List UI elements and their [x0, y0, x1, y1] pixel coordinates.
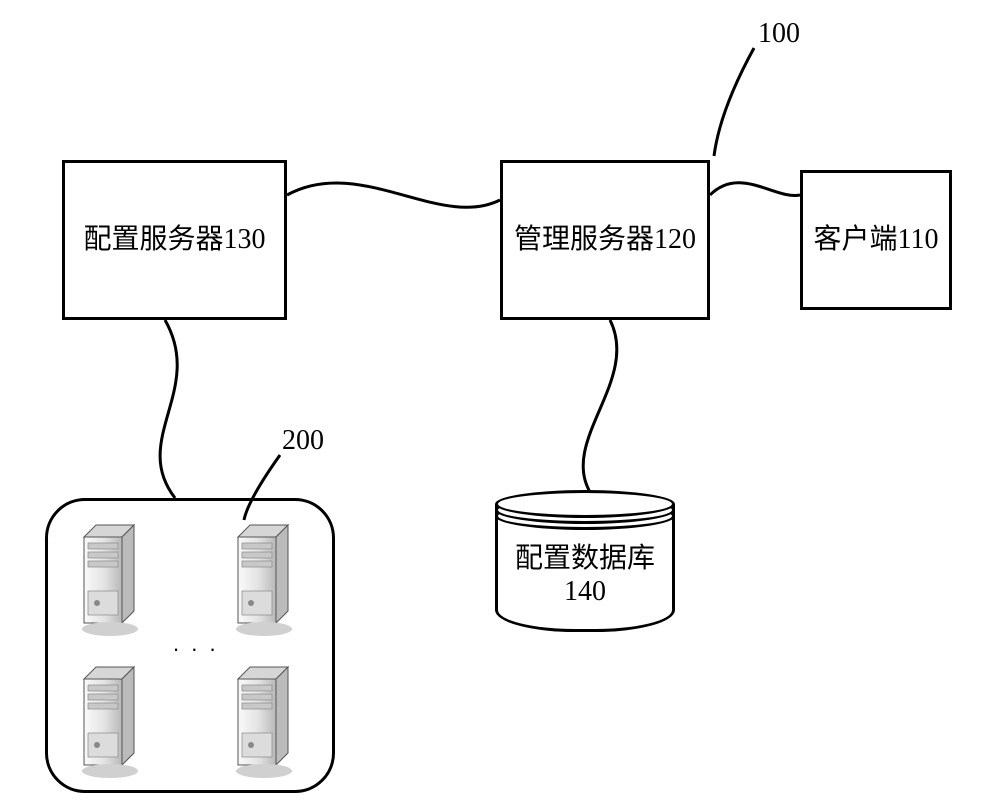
system-id-label: 100: [758, 18, 800, 50]
client-label: 客户端110: [814, 222, 939, 258]
server-cluster-box: . . .: [45, 498, 335, 793]
mgmt-server-box: 管理服务器120: [500, 160, 710, 320]
config-server-box: 配置服务器130: [62, 160, 287, 320]
server-icon: [76, 519, 148, 639]
config-db-cylinder: 配置数据库 140: [495, 490, 675, 635]
server-icon: [76, 661, 148, 781]
server-icon: [230, 519, 302, 639]
client-box: 客户端110: [800, 170, 952, 310]
mgmt-server-label: 管理服务器120: [514, 222, 696, 258]
server-icon: [230, 661, 302, 781]
cluster-ellipsis: . . .: [173, 631, 219, 657]
config-db-label-line1: 配置数据库: [515, 536, 655, 576]
config-db-label-line2: 140: [564, 576, 606, 608]
cluster-id-label: 200: [282, 425, 324, 457]
config-server-label: 配置服务器130: [83, 222, 265, 258]
